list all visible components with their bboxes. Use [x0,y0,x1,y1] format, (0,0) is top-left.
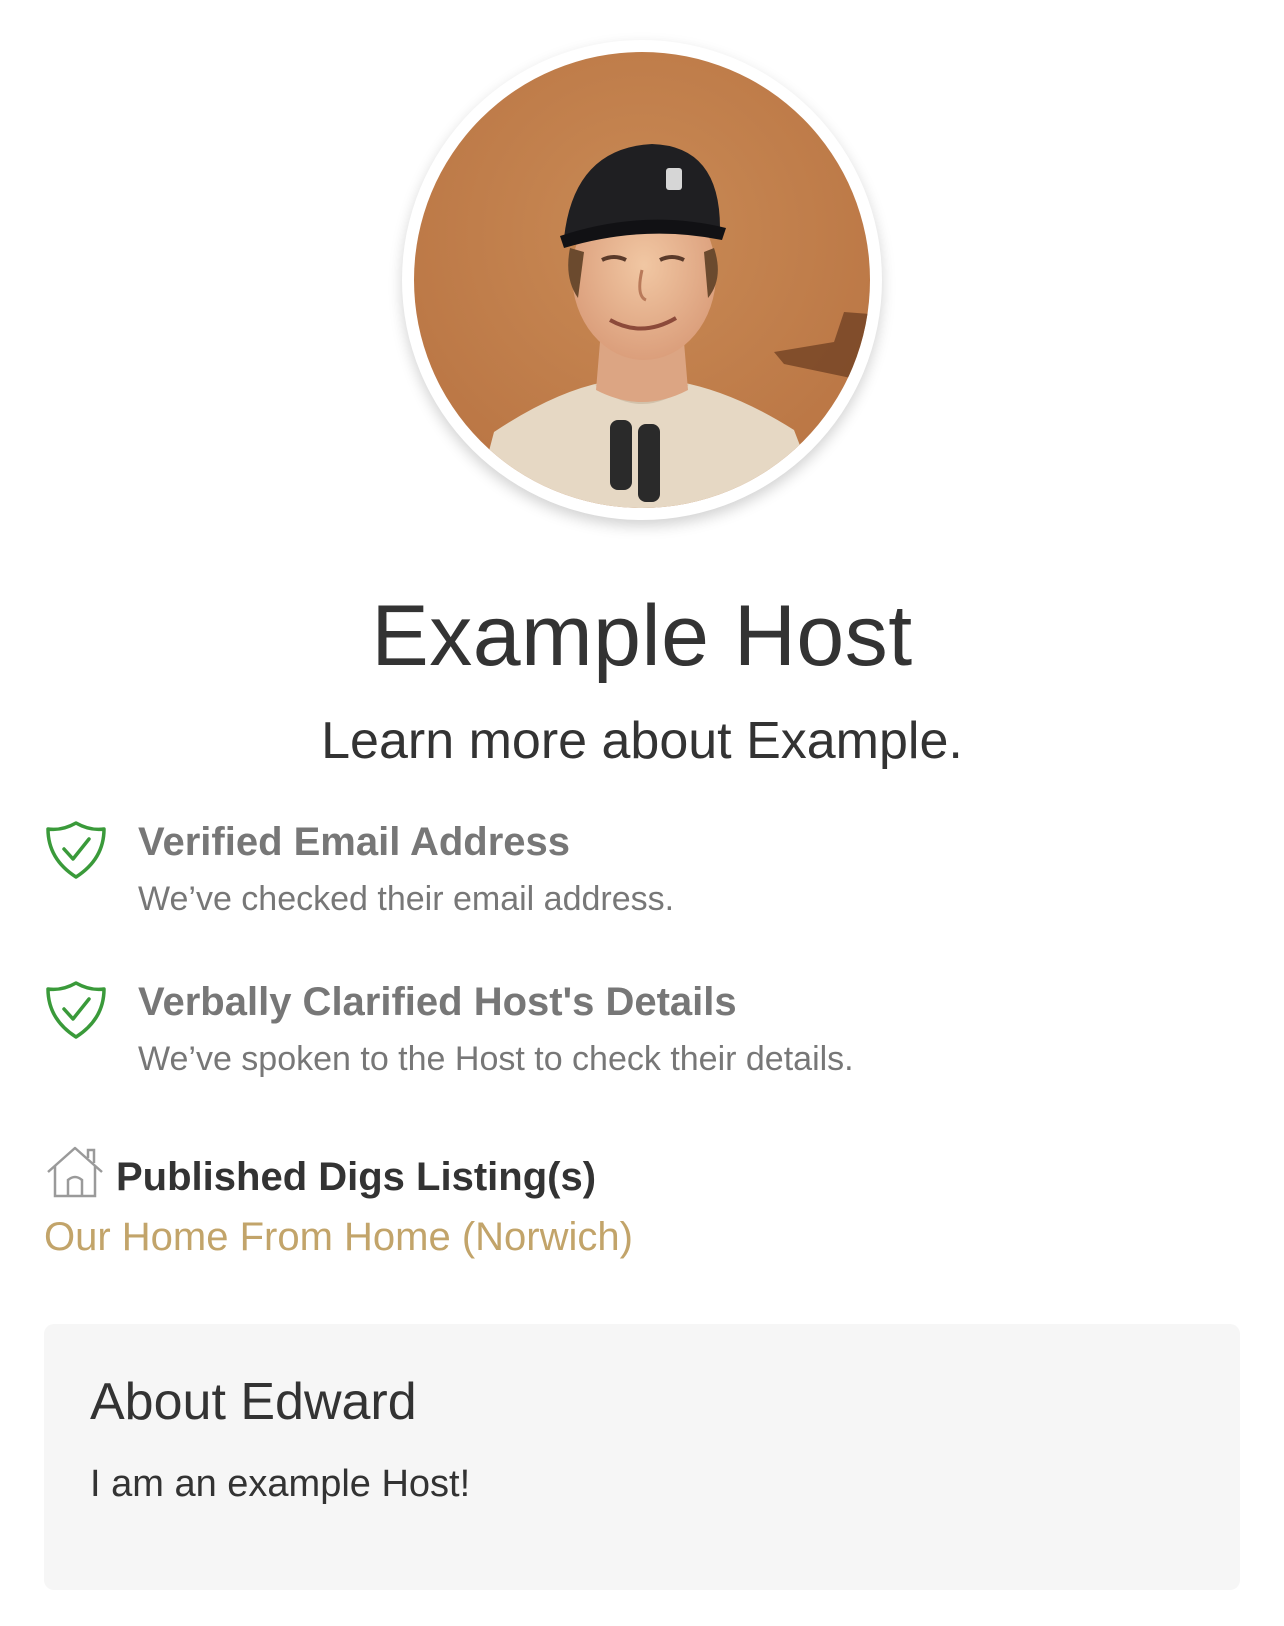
about-title: About Edward [90,1373,417,1431]
verification-title: Verified Email Address [138,820,571,864]
verification-title: Verbally Clarified Host's Details [138,980,737,1024]
page-subtitle: Learn more about Example. [321,712,963,770]
listing-link[interactable]: Our Home From Home (Norwich) [44,1212,633,1262]
page-title: Example Host [371,588,913,684]
about-text: I am an example Host! [90,1463,471,1505]
listings-title: Published Digs Listing(s) [116,1155,597,1199]
shield-check-icon [46,821,106,879]
about-card: About Edward I am an example Host! [44,1324,1240,1590]
avatar-photo [414,52,870,508]
house-icon [47,1146,103,1198]
verification-description: We’ve checked their email address. [138,880,675,918]
avatar-frame [402,40,882,520]
verification-description: We’ve spoken to the Host to check their … [138,1040,854,1078]
avatar [414,52,870,508]
shield-check-icon [46,981,106,1039]
